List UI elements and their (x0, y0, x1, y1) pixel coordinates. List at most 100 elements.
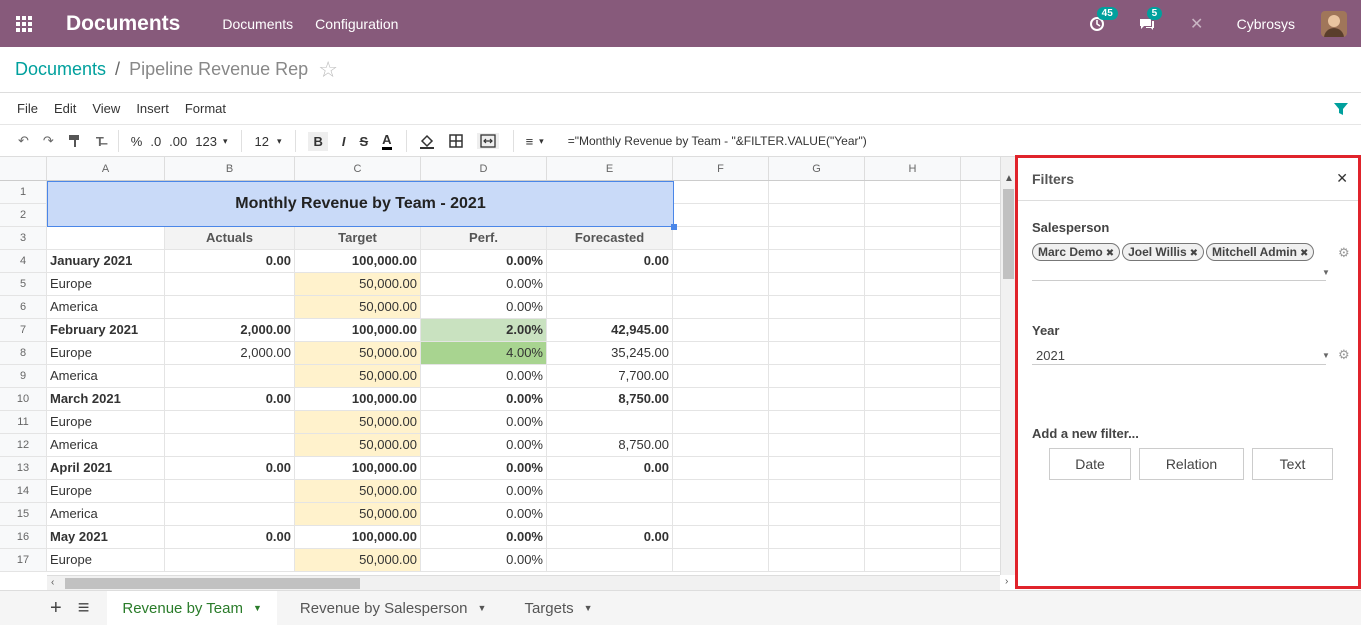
tools-cross-icon[interactable]: ✕ (1187, 14, 1207, 34)
sheet-cell[interactable]: 0.00 (165, 250, 295, 272)
sheet-cell[interactable] (961, 526, 1000, 548)
sheet-cell[interactable] (165, 480, 295, 502)
sheet-cell[interactable]: 50,000.00 (295, 273, 421, 295)
sheet-cell[interactable] (673, 411, 769, 433)
sheet-cell[interactable]: 4.00% (421, 342, 547, 364)
sheet-cell[interactable] (961, 503, 1000, 525)
sheet-cell[interactable]: May 2021 (47, 526, 165, 548)
fill-color-icon[interactable] (419, 133, 435, 149)
menu-view[interactable]: View (92, 101, 120, 116)
scroll-left-arrow-icon[interactable]: ‹ (51, 577, 54, 588)
sheet-cell[interactable]: April 2021 (47, 457, 165, 479)
sheet-cell[interactable]: 0.00% (421, 549, 547, 571)
column-header-f[interactable]: F (673, 157, 769, 180)
sheet-cell[interactable]: 50,000.00 (295, 365, 421, 387)
sheet-cell[interactable] (961, 296, 1000, 318)
salesperson-tag[interactable]: Marc Demo ✖ (1032, 243, 1121, 261)
row-number[interactable]: 13 (0, 457, 47, 479)
sheet-cell[interactable]: 35,245.00 (547, 342, 673, 364)
chevron-down-icon[interactable]: ▼ (584, 603, 593, 613)
borders-icon[interactable] (448, 134, 463, 148)
vertical-scrollbar[interactable]: ▲ › (1000, 157, 1015, 587)
row-number[interactable]: 5 (0, 273, 47, 295)
row-number[interactable]: 9 (0, 365, 47, 387)
company-switcher[interactable]: Cybrosys (1237, 16, 1295, 32)
sheet-cell[interactable] (769, 457, 865, 479)
sheet-cell[interactable] (769, 204, 865, 226)
year-select[interactable]: 2021 (1036, 348, 1065, 363)
remove-tag-icon[interactable]: ✖ (1106, 248, 1114, 259)
column-header-g[interactable]: G (769, 157, 865, 180)
row-number[interactable]: 4 (0, 250, 47, 272)
sheet-cell[interactable] (961, 434, 1000, 456)
sheet-cell[interactable]: 8,750.00 (547, 434, 673, 456)
filter-funnel-icon[interactable] (1333, 101, 1349, 117)
sheet-cell[interactable]: 42,945.00 (547, 319, 673, 341)
sheet-cell[interactable] (47, 227, 165, 249)
sheet-cell[interactable] (865, 457, 961, 479)
sheet-cell[interactable]: 0.00 (165, 457, 295, 479)
scroll-right-arrow-icon[interactable]: › (1005, 576, 1008, 587)
sheet-cell[interactable] (673, 227, 769, 249)
breadcrumb-documents-link[interactable]: Documents (15, 59, 106, 80)
sheet-cell[interactable]: 2.00% (421, 319, 547, 341)
sheet-cell[interactable] (961, 227, 1000, 249)
menu-configuration[interactable]: Configuration (315, 16, 398, 32)
add-date-filter-button[interactable]: Date (1049, 448, 1131, 480)
sheet-cell[interactable] (673, 434, 769, 456)
sheet-cell[interactable] (961, 319, 1000, 341)
sheet-cell[interactable]: 50,000.00 (295, 549, 421, 571)
sheet-cell[interactable] (961, 549, 1000, 571)
sheet-cell[interactable] (547, 503, 673, 525)
row-number[interactable]: 17 (0, 549, 47, 571)
sheet-cell[interactable] (865, 434, 961, 456)
sheet-cell[interactable] (769, 526, 865, 548)
spreadsheet-grid[interactable]: A B C D E F G H 1 2 3 Actuals Target Perf. For… (0, 157, 1000, 575)
sheet-cell[interactable] (961, 273, 1000, 295)
sheet-cell[interactable]: 0.00% (421, 296, 547, 318)
row-number[interactable]: 14 (0, 480, 47, 502)
bold-button[interactable]: B (308, 131, 328, 151)
sheet-cell[interactable]: America (47, 296, 165, 318)
sheet-cell[interactable]: 0.00 (547, 457, 673, 479)
column-header-h[interactable]: H (865, 157, 961, 180)
sheet-cell[interactable]: 0.00% (421, 273, 547, 295)
sheet-cell[interactable]: 0.00 (165, 526, 295, 548)
menu-documents[interactable]: Documents (222, 16, 293, 32)
sheet-cell[interactable] (865, 181, 961, 203)
close-icon[interactable]: ✕ (1336, 170, 1348, 187)
undo-icon[interactable]: ↶ (18, 133, 29, 149)
sheet-cell[interactable]: Forecasted (547, 227, 673, 249)
sheet-cell[interactable]: 2,000.00 (165, 342, 295, 364)
sheet-cell[interactable] (547, 480, 673, 502)
sheet-cell[interactable] (961, 181, 1000, 203)
menu-file[interactable]: File (17, 101, 38, 116)
sheet-cell[interactable] (769, 319, 865, 341)
sheet-cell[interactable] (769, 411, 865, 433)
column-header-d[interactable]: D (421, 157, 547, 180)
row-number[interactable]: 15 (0, 503, 47, 525)
row-number[interactable]: 1 (0, 181, 47, 203)
remove-tag-icon[interactable]: ✖ (1300, 248, 1308, 259)
sheet-cell[interactable] (165, 296, 295, 318)
corner-cell[interactable] (0, 157, 47, 180)
sheet-cell[interactable] (769, 273, 865, 295)
sheet-cell[interactable] (165, 434, 295, 456)
align-dropdown-icon[interactable]: ≡ ▾ (526, 134, 544, 149)
sheet-cell[interactable]: 100,000.00 (295, 457, 421, 479)
sheet-cell[interactable]: 100,000.00 (295, 388, 421, 410)
sheet-cell[interactable] (961, 342, 1000, 364)
sheet-cell[interactable] (165, 549, 295, 571)
tab-targets[interactable]: Targets ▼ (509, 591, 607, 626)
font-size-dropdown[interactable]: 12 ▾ (254, 134, 281, 149)
tab-revenue-by-team[interactable]: Revenue by Team ▼ (107, 590, 277, 626)
sheet-cell[interactable]: February 2021 (47, 319, 165, 341)
sheet-cell[interactable] (769, 480, 865, 502)
decrease-decimal-button[interactable]: .0 (150, 134, 161, 149)
formula-bar[interactable]: ="Monthly Revenue by Team - "&FILTER.VAL… (568, 134, 867, 148)
sheet-cell[interactable] (165, 411, 295, 433)
sheet-cell[interactable] (673, 388, 769, 410)
sheet-cell[interactable]: 0.00% (421, 526, 547, 548)
sheet-title-cell[interactable]: Monthly Revenue by Team - 2021 (47, 181, 674, 227)
sheet-cell[interactable] (673, 181, 769, 203)
